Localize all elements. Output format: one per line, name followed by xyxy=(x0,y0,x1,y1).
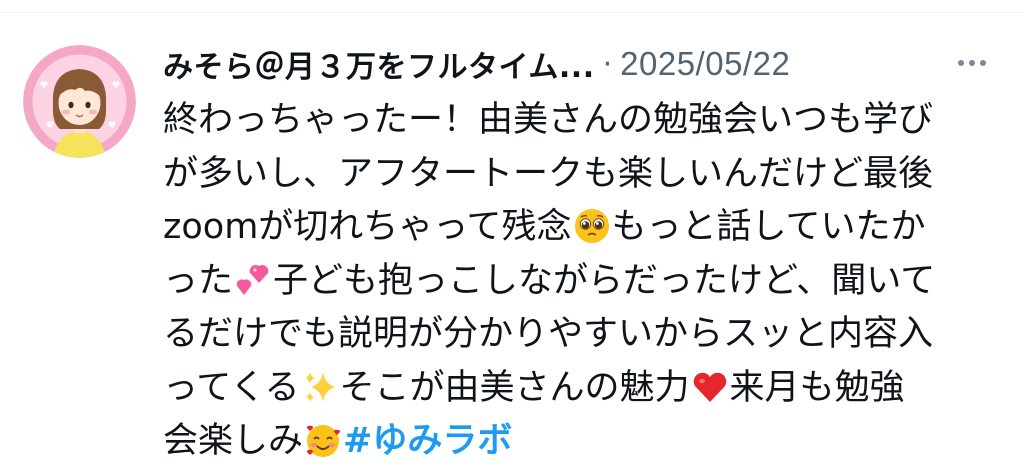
tweet-header: みそら＠月３万をフルタイム... · 2025/05/22 xyxy=(163,40,1003,88)
tweet-text-line: ってくる そこが由美さんの魅力 来月も勉強 xyxy=(163,367,905,408)
tweet-text-line: 会楽しみ #ゆみラボ xyxy=(163,421,513,461)
avatar[interactable] xyxy=(23,45,136,158)
more-horizontal-icon xyxy=(956,60,989,66)
red-heart-icon xyxy=(691,368,729,406)
hashtag-link[interactable]: #ゆみラボ xyxy=(343,421,512,461)
tweet-text-line: るだけでも説明が分かりやすいからスッと内容入 xyxy=(163,314,934,354)
timestamp[interactable]: 2025/05/22 xyxy=(620,45,790,83)
display-name[interactable]: みそら＠月３万をフルタイム... xyxy=(163,42,595,86)
pleading-face-icon xyxy=(573,207,611,245)
sparkles-icon xyxy=(301,368,339,406)
two-hearts-icon xyxy=(234,261,272,299)
smiling-face-with-hearts-icon xyxy=(304,421,342,459)
tweet-text: 終わっちゃったー！由美さんの勉強会いつも学び が多いし、アフタートークも楽しいん… xyxy=(163,94,993,469)
header-separator: · xyxy=(602,46,613,82)
tweet-text-line: 終わっちゃったー！由美さんの勉強会いつも学び xyxy=(163,100,934,140)
tweet-text-line: った 子ども抱っこしながらだったけど、聞いて xyxy=(163,260,936,301)
tweet-text-line: zoomが切れちゃって残念 もっと話していたか xyxy=(163,207,926,247)
more-options-button[interactable] xyxy=(952,48,992,78)
tweet-card[interactable]: みそら＠月３万をフルタイム... · 2025/05/22 終わっちゃったー！由… xyxy=(0,0,1024,463)
tweet-text-line: が多いし、アフタートークも楽しいんだけど最後 xyxy=(163,153,934,194)
